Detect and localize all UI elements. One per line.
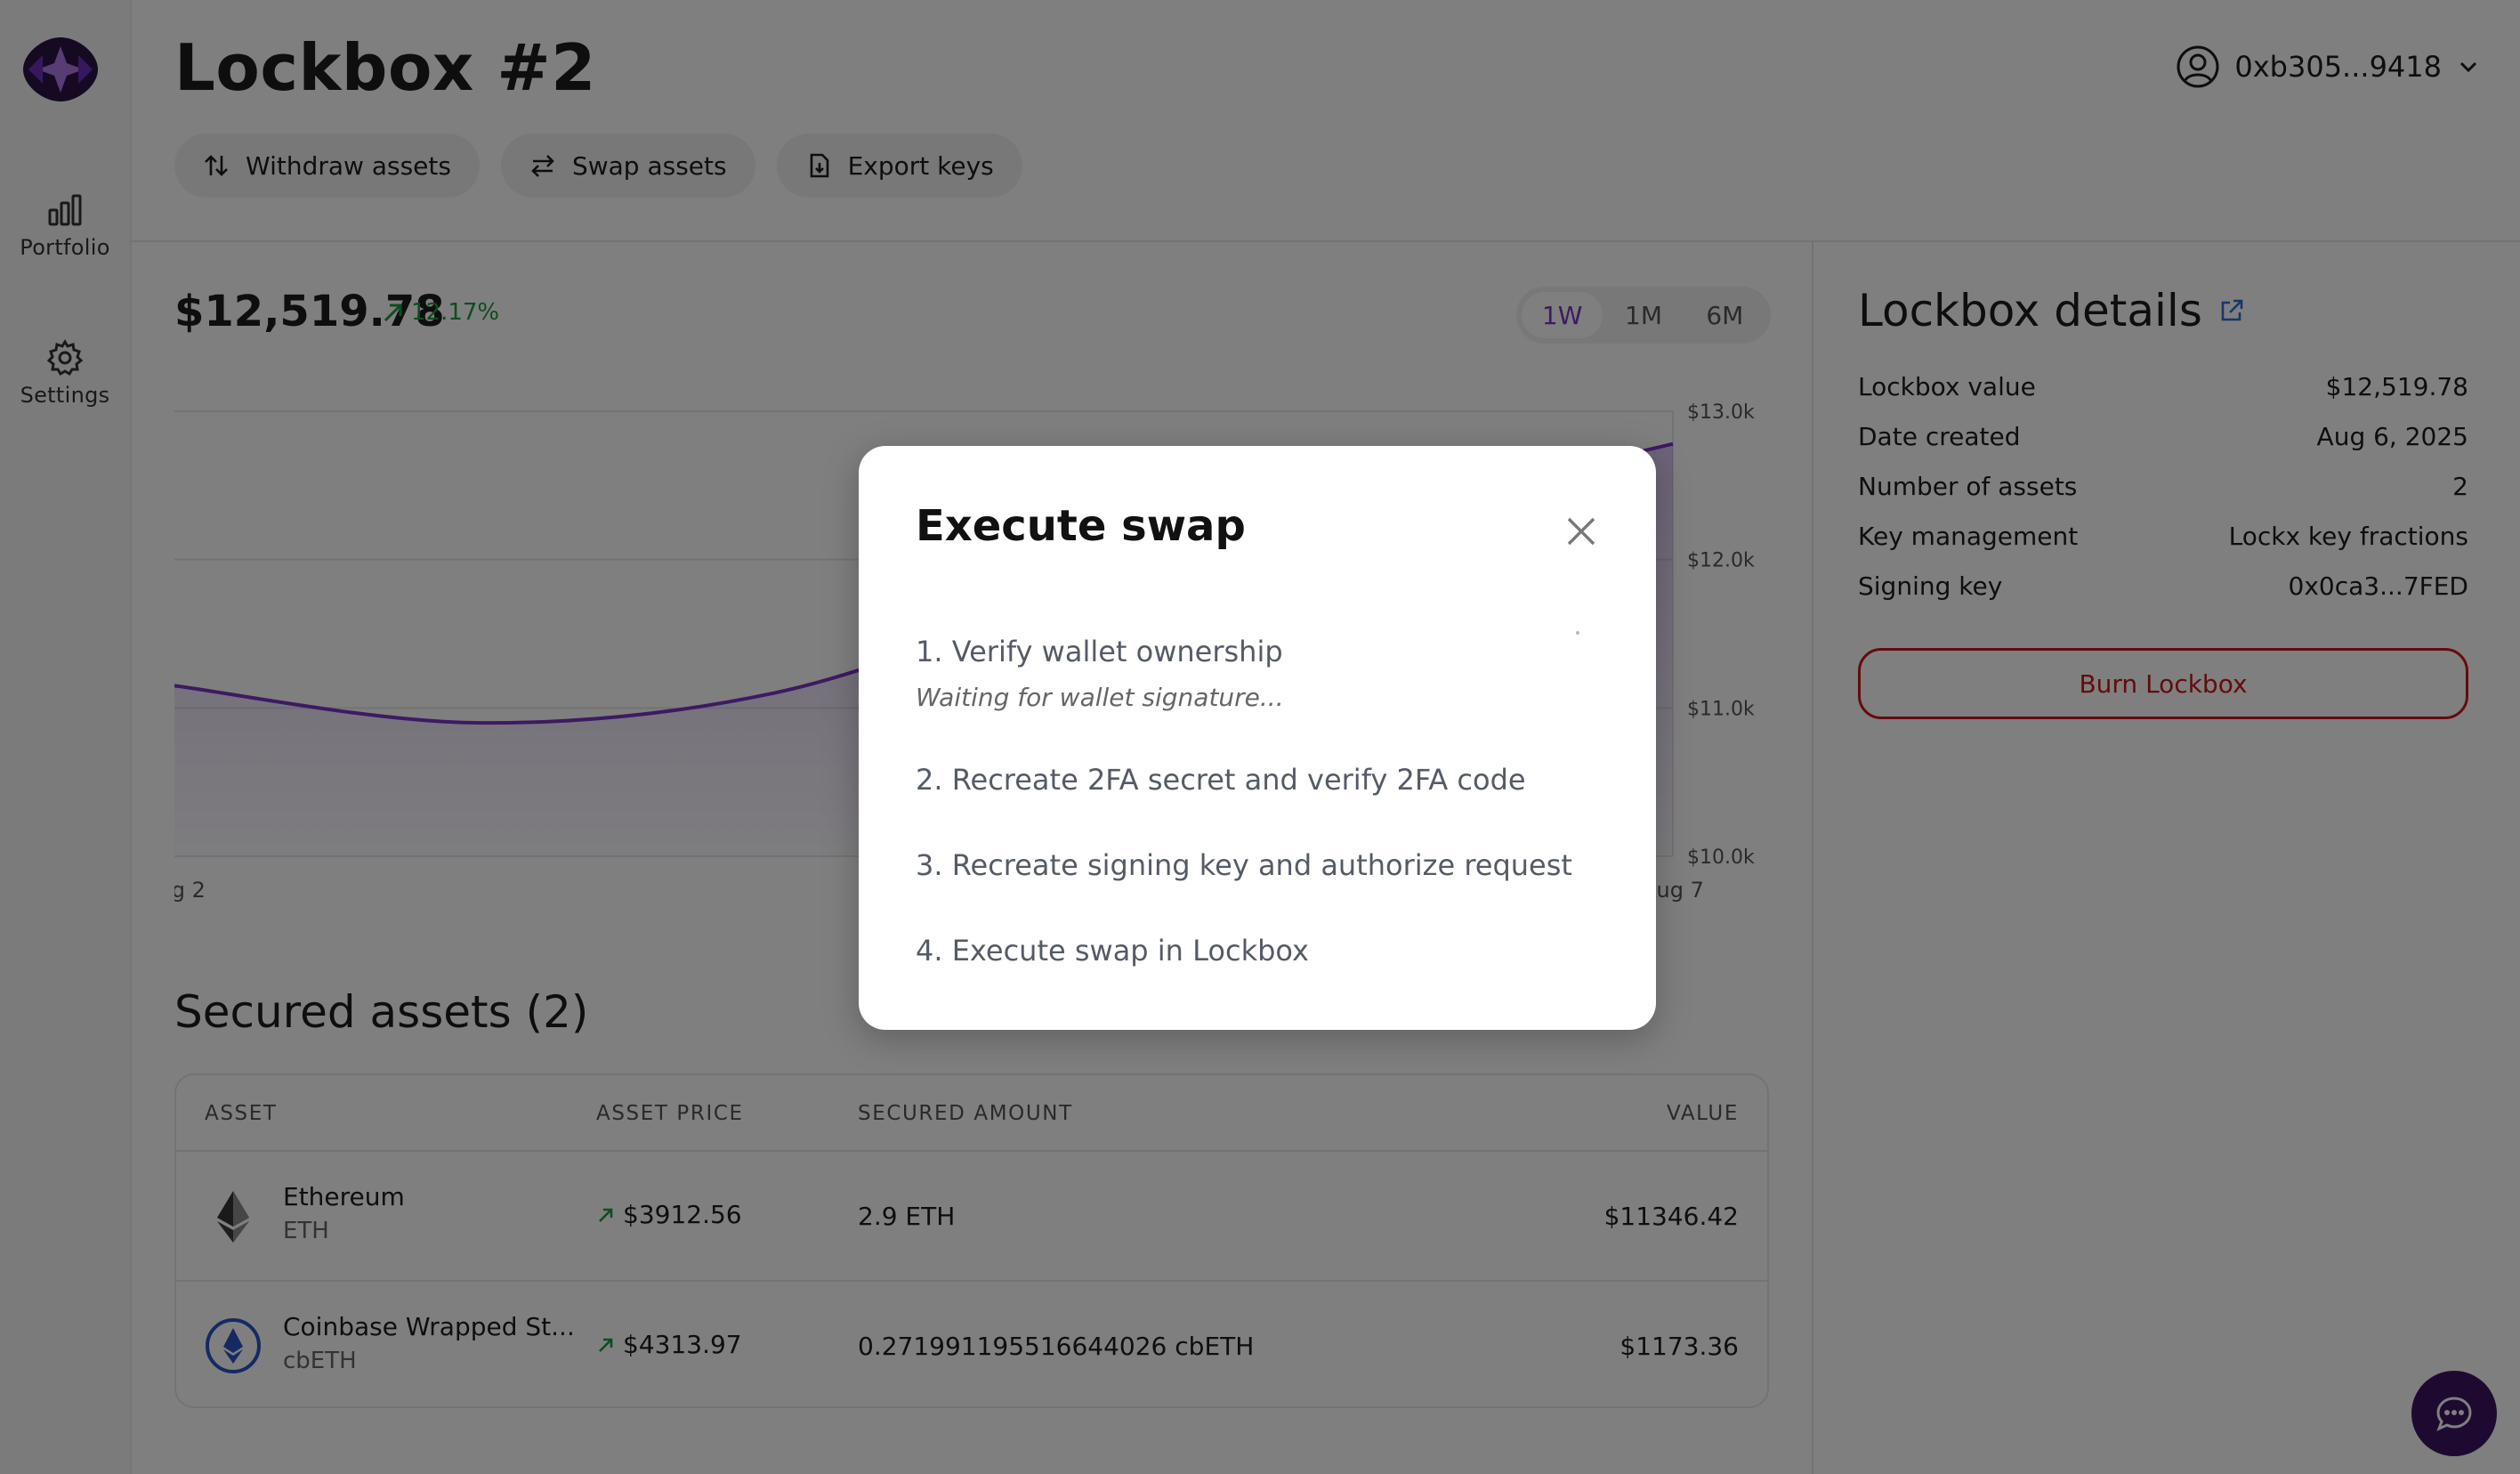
- execute-swap-modal: Execute swap 1. Verify wallet ownership …: [859, 446, 1656, 1030]
- step-execute-swap: 4. Execute swap in Lockbox: [916, 934, 1309, 968]
- step-status: Waiting for wallet signature...: [916, 683, 1284, 712]
- modal-title: Execute swap: [916, 501, 1246, 551]
- step-recreate-2fa: 2. Recreate 2FA secret and verify 2FA co…: [916, 763, 1526, 797]
- spinner-icon: [1576, 631, 1579, 635]
- close-icon[interactable]: [1563, 514, 1599, 549]
- step-recreate-signing-key: 3. Recreate signing key and authorize re…: [916, 848, 1572, 882]
- app: Portfolio Settings Lockbox #2 0xb305...9…: [0, 0, 2520, 1474]
- step-verify-wallet: 1. Verify wallet ownership: [916, 635, 1283, 668]
